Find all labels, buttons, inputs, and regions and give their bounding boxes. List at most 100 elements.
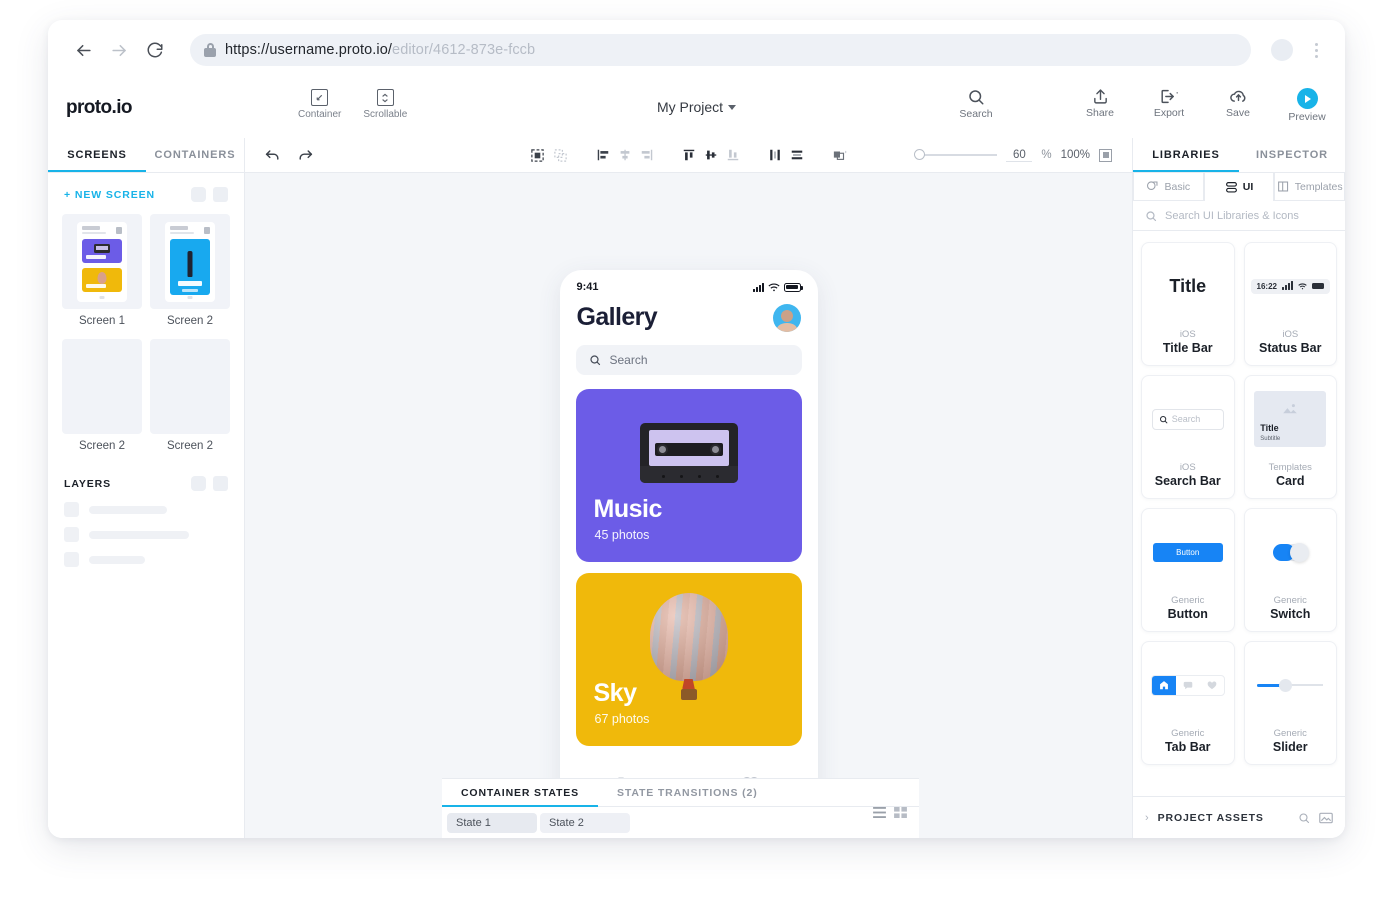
segment-ui[interactable]: UI	[1204, 173, 1275, 201]
align-left-icon[interactable]	[596, 148, 610, 162]
signal-icon	[753, 283, 764, 292]
library-item-slider[interactable]: Generic Slider	[1244, 641, 1338, 765]
zoom-preset-button[interactable]: 100%	[1061, 149, 1090, 161]
browser-menu-icon[interactable]	[1307, 43, 1325, 58]
right-panel-tabs: LIBRARIES INSPECTOR	[1132, 138, 1345, 172]
gallery-card-sky[interactable]: Sky 67 photos	[576, 573, 802, 746]
library-item-switch[interactable]: Generic Switch	[1244, 508, 1338, 632]
screen-item[interactable]: Screen 2	[150, 339, 230, 460]
library-item-preview	[1245, 642, 1337, 728]
arrange-icon[interactable]	[832, 148, 848, 162]
screen-item[interactable]: Screen 1	[62, 214, 142, 335]
zoom-input[interactable]: 60	[1006, 149, 1032, 162]
tab-container-states[interactable]: CONTAINER STATES	[442, 779, 598, 806]
address-bar[interactable]: https://username.proto.io/editor/4612-87…	[190, 34, 1251, 66]
screen-name: Screen 2	[150, 440, 230, 452]
reload-icon[interactable]	[140, 35, 170, 65]
editor-canvas[interactable]: 9:41 Gallery	[245, 173, 1132, 838]
image-icon[interactable]	[1319, 812, 1333, 824]
forward-arrow-icon[interactable]	[104, 35, 134, 65]
distribute-horizontal-icon[interactable]	[768, 148, 782, 162]
library-item-button[interactable]: Button Generic Button	[1141, 508, 1235, 632]
align-middle-icon[interactable]	[704, 148, 718, 162]
tab-containers[interactable]: CONTAINERS	[146, 138, 244, 172]
insert-tools: Container Scrollable	[298, 89, 407, 120]
zoom-slider[interactable]	[919, 154, 997, 156]
layer-item[interactable]	[48, 497, 244, 522]
url-text: https://username.proto.io/editor/4612-87…	[225, 42, 535, 58]
segment-basic[interactable]: Basic	[1133, 173, 1204, 201]
zoom-slider-knob[interactable]	[914, 149, 925, 160]
new-screen-button[interactable]: + NEW SCREEN	[64, 189, 155, 201]
layer-item[interactable]	[48, 522, 244, 547]
search-button[interactable]: Search	[954, 88, 998, 120]
browser-profile-avatar[interactable]	[1271, 39, 1293, 61]
align-right-icon[interactable]	[640, 148, 654, 162]
screen-thumbnail[interactable]	[150, 214, 230, 309]
library-item-preview	[1245, 509, 1337, 595]
library-item-title-bar[interactable]: Title iOS Title Bar	[1141, 242, 1235, 366]
segment-templates[interactable]: Templates	[1274, 173, 1345, 201]
heart-icon	[1200, 676, 1224, 695]
tab-inspector-label: INSPECTOR	[1256, 149, 1328, 161]
screens-grid-toggle-icon[interactable]	[191, 187, 206, 202]
screens-list-toggle-icon[interactable]	[213, 187, 228, 202]
avatar[interactable]	[773, 304, 801, 332]
phone-search-field[interactable]: Search	[576, 345, 802, 375]
tool-container[interactable]: Container	[298, 89, 341, 120]
tab-containers-label: CONTAINERS	[155, 149, 236, 161]
library-item-status-bar[interactable]: 16:22 iOS Status Bar	[1244, 242, 1338, 366]
library-search-field[interactable]: Search UI Libraries & Icons	[1133, 201, 1345, 231]
project-title-text[interactable]: My Project	[657, 99, 723, 115]
tab-libraries[interactable]: LIBRARIES	[1133, 138, 1239, 172]
library-item-card[interactable]: Title Subtitle Templates Card	[1244, 375, 1338, 499]
phone-preview[interactable]: 9:41 Gallery	[560, 270, 818, 815]
tab-screens[interactable]: SCREENS	[48, 138, 146, 172]
library-item-preview: Title	[1142, 243, 1234, 329]
select-frame-icon[interactable]	[530, 148, 545, 163]
screen-item[interactable]: Screen 2	[150, 214, 230, 335]
list-view-icon[interactable]	[873, 807, 886, 818]
undo-icon[interactable]	[265, 148, 281, 162]
grid-view-icon[interactable]	[894, 807, 907, 818]
search-icon[interactable]	[1298, 812, 1310, 824]
screen-thumbnail[interactable]	[62, 339, 142, 434]
state-chip[interactable]: State 2	[540, 813, 630, 833]
align-top-icon[interactable]	[682, 148, 696, 162]
preview-card-title: Title	[1260, 423, 1278, 433]
back-arrow-icon[interactable]	[68, 35, 98, 65]
chevron-right-icon[interactable]: ›	[1145, 812, 1149, 824]
tool-scrollable-label: Scrollable	[363, 109, 407, 120]
layers-expand-icon[interactable]	[191, 476, 206, 491]
tool-scrollable[interactable]: Scrollable	[363, 89, 407, 120]
browser-chrome-bar: https://username.proto.io/editor/4612-87…	[48, 20, 1345, 80]
align-center-icon[interactable]	[618, 148, 632, 162]
fit-to-screen-icon[interactable]	[1099, 149, 1112, 162]
tab-state-transitions[interactable]: STATE TRANSITIONS (2)	[598, 779, 777, 806]
states-view-toggle	[873, 807, 907, 818]
chevron-down-icon[interactable]	[728, 105, 736, 110]
distribute-vertical-icon[interactable]	[790, 148, 804, 162]
layer-item[interactable]	[48, 547, 244, 572]
state-chip[interactable]: State 1	[447, 813, 537, 833]
library-item-search-bar[interactable]: Search iOS Search Bar	[1141, 375, 1235, 499]
share-button[interactable]: Share	[1078, 88, 1122, 119]
card-subtitle: 45 photos	[595, 528, 650, 542]
gallery-card-music[interactable]: Music 45 photos	[576, 389, 802, 562]
tab-inspector[interactable]: INSPECTOR	[1239, 138, 1345, 172]
library-item-tab-bar[interactable]: Generic Tab Bar	[1141, 641, 1235, 765]
save-button[interactable]: Save	[1216, 88, 1260, 119]
preview-button[interactable]: Preview	[1285, 88, 1329, 123]
screen-thumbnail[interactable]	[62, 214, 142, 309]
export-button[interactable]: Export	[1147, 88, 1191, 119]
screen-item[interactable]: Screen 2	[62, 339, 142, 460]
app-logo[interactable]: proto.io	[66, 97, 132, 119]
library-item-meta: Templates Card	[1269, 462, 1312, 498]
align-bottom-icon[interactable]	[726, 148, 740, 162]
screen-thumbnail[interactable]	[150, 339, 230, 434]
redo-icon[interactable]	[297, 148, 313, 162]
layers-options-icon[interactable]	[213, 476, 228, 491]
group-icon[interactable]	[553, 148, 568, 163]
project-assets-bar[interactable]: › PROJECT ASSETS	[1133, 796, 1345, 838]
library-item-category: Generic	[1165, 728, 1211, 739]
